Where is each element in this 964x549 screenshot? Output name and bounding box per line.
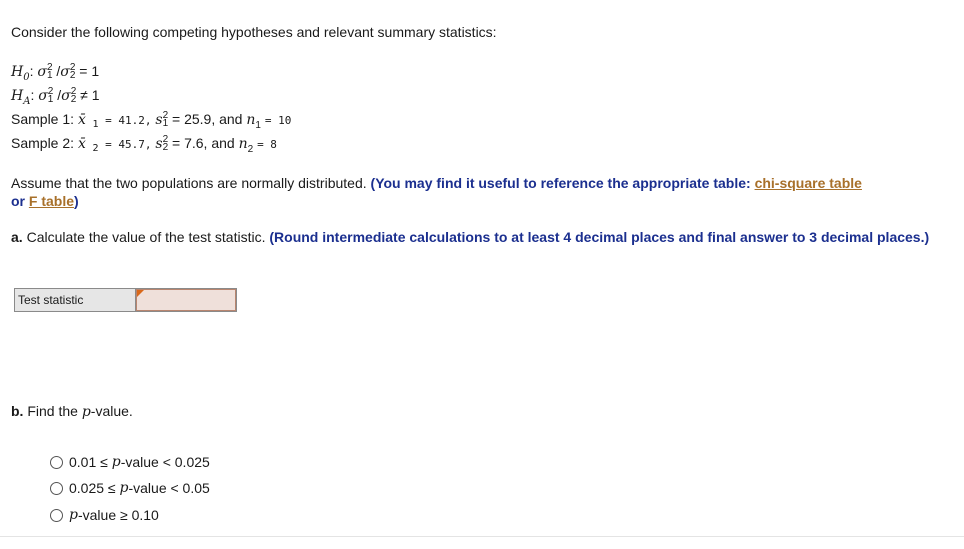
reference-hint: (You may find it useful to reference the… [370,175,751,191]
radio-button[interactable] [50,481,63,495]
option-1-prefix: 0.01 ≤ [69,454,108,470]
question-a: a. Calculate the value of the test stati… [11,228,941,246]
part-b-text: Find the [27,403,78,419]
sample-2-n: = 8 [257,138,277,151]
sample-1-label: Sample 1: [11,111,75,127]
question-b: b. Find the p-value. [11,403,133,420]
p-value-option-2[interactable]: 0.025 ≤ p -value < 0.05 [50,480,210,496]
test-statistic-label: Test statistic [15,289,136,311]
part-a-instructions: (Round intermediate calculations to at l… [269,229,930,245]
part-b-label: b. [11,403,24,419]
part-a-text: Calculate the value of the test statisti… [26,229,266,245]
intro-text: Consider the following competing hypothe… [11,24,497,40]
f-table-link[interactable]: F table [29,193,74,209]
sample-1-stats: Sample 1: x̄ 1 = 41.2, s2 1 = 25.9, and n… [11,110,292,131]
sample-2-s2: = 7.6, and [172,135,235,151]
divider [0,536,964,537]
option-1-p: p [111,454,121,470]
sample-2-label: Sample 2: [11,135,75,151]
option-2-p: p [119,480,129,496]
sample-2-xbar: = 45.7, [105,138,152,151]
p-value-option-3[interactable]: p -value ≥ 0.10 [50,507,159,523]
or-text: or [11,193,25,209]
assumption-paragraph: Assume that the two populations are norm… [11,174,956,210]
h0-relation: = 1 [79,63,100,79]
test-statistic-input[interactable] [136,289,236,311]
option-1-suffix: -value < 0.025 [120,454,210,470]
sample-1-s2: = 25.9, and [172,111,243,127]
option-2-suffix: -value < 0.05 [128,480,210,496]
sample-2-stats: Sample 2: x̄ 2 = 45.7, s2 2 = 7.6, and n2… [11,134,277,155]
radio-button[interactable] [50,455,63,469]
ha-relation: ≠ 1 [80,87,100,103]
option-3-suffix: -value ≥ 0.10 [77,507,159,523]
part-b-suffix: -value. [90,403,133,419]
alt-hypothesis: HA: σ2 1 /σ2 2 ≠ 1 [11,86,100,107]
null-hypothesis: H0: σ2 1 /σ2 2 = 1 [11,62,100,83]
p-value-option-1[interactable]: 0.01 ≤ p -value < 0.025 [50,454,210,470]
option-3-p: p [69,507,78,523]
sample-1-n: = 10 [264,114,292,127]
part-b-p: p [81,404,91,420]
option-2-prefix: 0.025 ≤ [69,480,116,496]
close-paren: ) [74,193,79,209]
chi-square-table-link[interactable]: chi-square table [755,175,862,191]
part-a-label: a. [11,229,23,245]
radio-button[interactable] [50,508,63,522]
test-statistic-table: Test statistic [14,288,237,312]
assumption-text: Assume that the two populations are norm… [11,175,367,191]
sample-1-xbar: = 41.2, [105,114,152,127]
